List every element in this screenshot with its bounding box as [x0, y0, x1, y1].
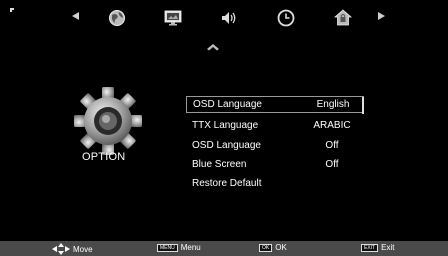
tab-scroll-left-icon[interactable] — [72, 12, 79, 20]
hint-menu: MENU Menu — [157, 243, 201, 252]
hint-ok: OK OK — [259, 243, 287, 252]
section-title: OPTION — [82, 151, 126, 163]
tab-scroll-right-icon[interactable] — [378, 12, 385, 20]
hint-menu-label: Menu — [180, 243, 201, 252]
exit-key-icon: EXIT — [361, 243, 379, 252]
menu-item-value[interactable]: Off — [302, 140, 362, 151]
top-tab-bar — [0, 0, 448, 30]
menu-item-label: OSD Language — [193, 99, 262, 110]
hint-move: Move — [52, 243, 93, 255]
menu-item-label: OSD Language — [192, 140, 261, 151]
menu-key-icon: MENU — [157, 243, 178, 252]
channel-globe-icon[interactable] — [107, 8, 127, 28]
menu-item[interactable]: OSD Language Off — [186, 138, 364, 154]
menu-item-label: TTX Language — [192, 120, 259, 131]
ok-key-icon: OK — [259, 243, 273, 252]
menu-item-label: Blue Screen — [192, 159, 247, 170]
menu-item[interactable]: Blue Screen Off — [186, 157, 364, 173]
menu-item-label: Restore Default — [192, 178, 262, 189]
hint-exit-label: Exit — [381, 243, 395, 252]
scroll-up-icon[interactable] — [206, 43, 220, 53]
hint-bar: Move MENU Menu OK OK EXIT Exit — [0, 241, 448, 256]
gear-icon — [68, 85, 148, 157]
menu-item[interactable]: TTX Language ARABIC — [186, 118, 364, 134]
time-clock-icon[interactable] — [276, 8, 296, 28]
picture-monitor-icon[interactable] — [163, 8, 183, 28]
hint-move-label: Move — [73, 244, 93, 254]
corner-mark — [10, 8, 14, 12]
menu-item-value[interactable]: Off — [302, 159, 362, 170]
hint-ok-label: OK — [275, 243, 287, 252]
hint-exit: EXIT Exit — [361, 243, 394, 252]
lock-house-icon[interactable] — [333, 8, 353, 28]
menu-item[interactable]: Restore Default — [186, 176, 364, 192]
menu-item[interactable]: OSD Language English — [186, 96, 364, 114]
menu-item-value[interactable]: ARABIC — [302, 120, 362, 131]
sound-speaker-icon[interactable] — [219, 8, 239, 28]
dpad-arrows-icon — [52, 243, 70, 255]
menu-item-value[interactable]: English — [303, 99, 363, 110]
